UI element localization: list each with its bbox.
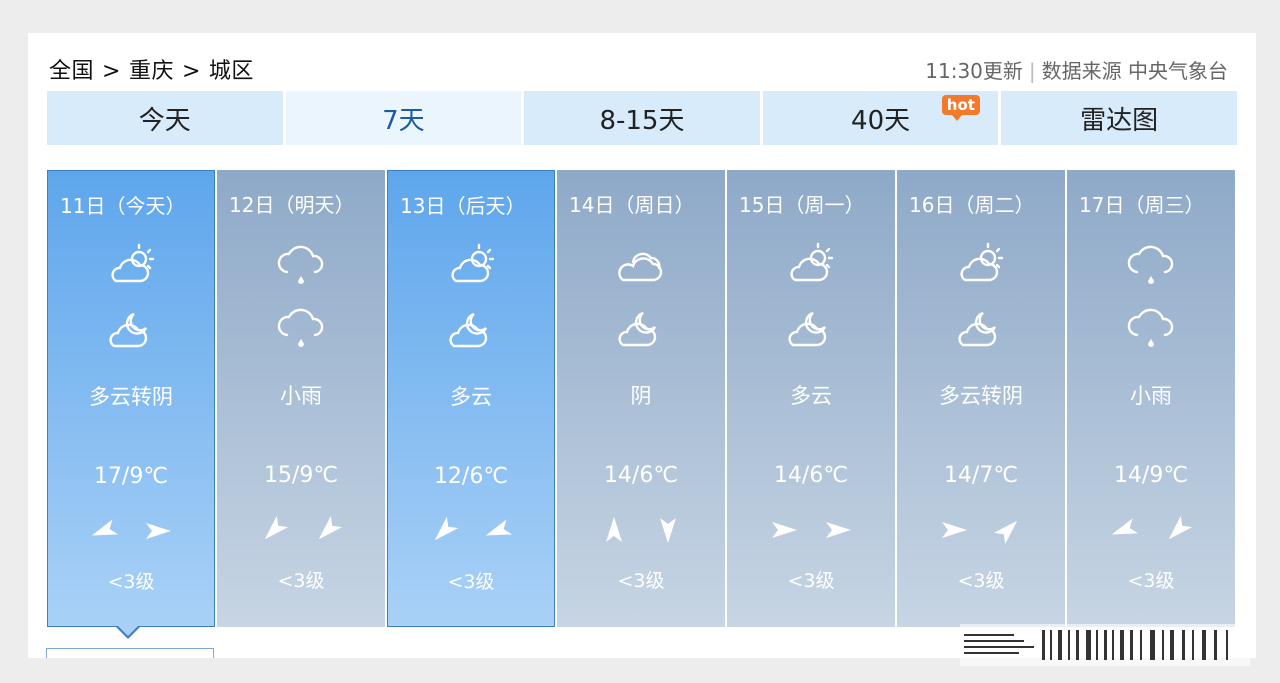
day-date: 11日（今天）	[60, 194, 186, 218]
partly-cloudy-moon-icon	[109, 312, 148, 348]
day-date: 15日（周一）	[739, 193, 865, 217]
wind-direction-icon	[146, 523, 171, 539]
wind-directions	[727, 513, 895, 547]
day-column[interactable]: 15日（周一） 多云 14/6℃ <3级	[727, 170, 895, 627]
partly-cloudy-sun-icon	[451, 243, 495, 283]
tab-40-days[interactable]: 40天 hot	[762, 91, 999, 145]
partly-cloudy-sun-icon	[790, 242, 834, 282]
weather-card: 全国 > 重庆 > 城区 11:30更新 | 数据来源 中央气象台 今天 7天 8-15天 …	[28, 33, 1256, 658]
temperature-range: 14/6℃	[773, 463, 849, 488]
temperature-range: 14/6℃	[603, 463, 679, 488]
wind-level: <3级	[787, 570, 835, 592]
tab-7-days[interactable]: 7天	[285, 91, 522, 145]
overcast-icon	[618, 252, 663, 282]
hourly-panel-edge	[46, 648, 214, 658]
tab-label: 雷达图	[1080, 105, 1159, 136]
wind-directions	[897, 513, 1065, 547]
partly-cloudy-moon-icon	[449, 312, 488, 348]
wind-directions	[557, 513, 725, 547]
light-rain-icon	[277, 308, 324, 347]
breadcrumb-separator: >	[181, 59, 201, 84]
wind-level: <3级	[617, 570, 665, 592]
wind-directions	[388, 514, 554, 548]
wind-level: <3级	[447, 571, 495, 593]
day-date: 12日（明天）	[229, 193, 355, 217]
wind-direction-icon	[826, 522, 851, 538]
day-date: 17日（周三）	[1079, 193, 1205, 217]
meta-divider: |	[1028, 59, 1036, 83]
tab-today[interactable]: 今天	[47, 91, 283, 145]
tab-label: 7天	[382, 105, 425, 136]
wind-directions	[48, 514, 214, 548]
weather-condition: 多云	[450, 385, 492, 409]
selected-day-pointer	[116, 626, 140, 639]
temperature-range: 12/6℃	[433, 464, 509, 489]
wind-direction-icon	[1111, 518, 1139, 535]
wind-directions	[217, 513, 385, 547]
day-column[interactable]: 13日（后天） 多云 12/6℃ <3级	[387, 170, 555, 627]
wind-direction-icon	[91, 519, 119, 536]
partly-cloudy-moon-icon	[788, 311, 827, 347]
weather-condition: 多云转阴	[939, 384, 1023, 408]
wind-level: <3级	[1127, 570, 1175, 592]
tab-radar[interactable]: 雷达图	[1001, 91, 1237, 145]
update-time: 11:30更新	[925, 59, 1023, 83]
temperature-range: 14/9℃	[1113, 463, 1189, 488]
wind-direction-icon	[485, 519, 513, 536]
weather-condition: 小雨	[1130, 384, 1172, 408]
day-date: 13日（后天）	[400, 194, 526, 218]
light-rain-icon	[1127, 308, 1174, 347]
partly-cloudy-sun-icon	[960, 242, 1004, 282]
update-info: 11:30更新 | 数据来源 中央气象台	[925, 55, 1228, 84]
weather-condition: 小雨	[280, 384, 322, 408]
breadcrumb-separator: >	[102, 59, 121, 84]
day-column[interactable]: 12日（明天） 小雨 15/9℃ <3级	[217, 170, 385, 627]
day-column[interactable]: 16日（周二） 多云转阴 14/7℃ <3级	[897, 170, 1065, 627]
breadcrumb-province[interactable]: 重庆	[129, 53, 174, 85]
wind-direction-icon	[942, 522, 967, 538]
hot-badge: hot	[941, 95, 980, 121]
light-rain-icon	[277, 245, 324, 284]
partly-cloudy-sun-icon	[111, 243, 155, 283]
day-date: 14日（周日）	[569, 193, 695, 217]
temperature-range: 14/7℃	[943, 463, 1019, 488]
temperature-range: 17/9℃	[93, 464, 169, 489]
wind-direction-icon	[772, 522, 797, 538]
data-source: 数据来源 中央气象台	[1041, 59, 1228, 83]
daily-forecast-list: 11日（今天） 多云转阴 17/9℃ <3级 12日（明天） 小雨 15/9℃ <3级 13日（…	[47, 170, 1237, 627]
breadcrumb-city: 城区	[208, 59, 254, 84]
light-rain-icon	[1127, 245, 1174, 284]
weather-condition: 阴	[630, 384, 652, 408]
wind-level: <3级	[957, 570, 1005, 592]
wind-level: <3级	[107, 571, 155, 593]
wind-direction-icon	[993, 520, 1018, 545]
day-date: 16日（周二）	[909, 193, 1035, 217]
wind-direction-icon	[434, 516, 459, 541]
wind-level: <3级	[277, 570, 325, 592]
breadcrumb-country[interactable]: 全国	[49, 53, 94, 85]
tab-label: 8-15天	[599, 105, 685, 136]
day-column[interactable]: 11日（今天） 多云转阴 17/9℃ <3级	[47, 170, 215, 627]
breadcrumb: 全国 > 重庆 > 城区	[49, 53, 254, 85]
partly-cloudy-moon-icon	[958, 311, 997, 347]
forecast-tabs: 今天 7天 8-15天 40天 hot 雷达图	[47, 91, 1237, 145]
watermark-barcode-icon	[960, 624, 1250, 666]
wind-directions	[1067, 513, 1235, 547]
weather-condition: 多云	[790, 384, 832, 408]
wind-direction-icon	[1168, 515, 1193, 540]
day-column[interactable]: 17日（周三） 小雨 14/9℃ <3级	[1067, 170, 1235, 627]
weather-condition: 多云转阴	[89, 385, 173, 409]
wind-direction-icon	[660, 518, 676, 543]
partly-cloudy-moon-icon	[618, 311, 657, 347]
wind-direction-icon	[318, 515, 343, 540]
temperature-range: 15/9℃	[263, 463, 339, 488]
wind-direction-icon	[264, 515, 289, 540]
tab-label: 40天	[851, 105, 911, 136]
tab-label: 今天	[138, 105, 191, 136]
day-column[interactable]: 14日（周日） 阴 14/6℃ <3级	[557, 170, 725, 627]
wind-direction-icon	[606, 517, 622, 542]
tab-8-15-days[interactable]: 8-15天	[524, 91, 760, 145]
